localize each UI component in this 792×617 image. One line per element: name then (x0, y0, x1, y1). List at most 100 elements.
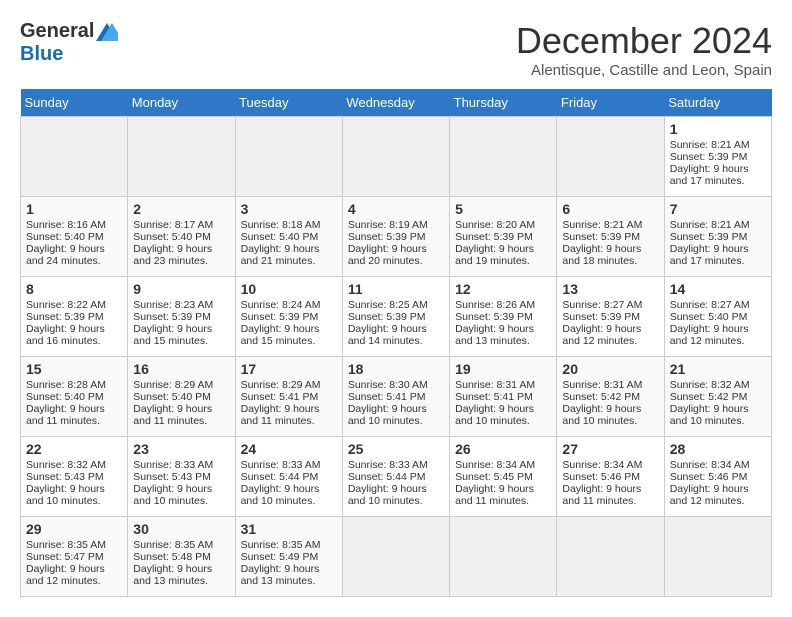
sunset-text: Sunset: 5:39 PM (348, 231, 426, 243)
day-number: 3 (241, 201, 337, 217)
calendar-cell: 24Sunrise: 8:33 AMSunset: 5:44 PMDayligh… (235, 437, 342, 517)
daylight-text: Daylight: 9 hours and 12 minutes. (562, 323, 641, 347)
calendar-week-1: 1 Sunrise: 8:21 AMSunset: 5:39 PMDaylight… (21, 117, 772, 197)
sunrise-text: Sunrise: 8:22 AM (26, 299, 106, 311)
day-number: 1 (670, 121, 766, 137)
sunrise-text: Sunrise: 8:17 AM (133, 219, 213, 231)
day-number: 7 (670, 201, 766, 217)
sunset-text: Sunset: 5:39 PM (241, 311, 319, 323)
sunrise-text: Sunrise: 8:35 AM (241, 539, 321, 551)
calendar-week-3: 8Sunrise: 8:22 AMSunset: 5:39 PMDaylight… (21, 277, 772, 357)
sunrise-text: Sunrise: 8:31 AM (455, 379, 535, 391)
daylight-text: Daylight: 9 hours and 11 minutes. (455, 483, 534, 507)
calendar-cell: 2Sunrise: 8:17 AMSunset: 5:40 PMDaylight… (128, 197, 235, 277)
sunset-text: Sunset: 5:39 PM (133, 311, 211, 323)
daylight-text: Daylight: 9 hours and 12 minutes. (670, 483, 749, 507)
day-number: 6 (562, 201, 658, 217)
calendar-cell: 13Sunrise: 8:27 AMSunset: 5:39 PMDayligh… (557, 277, 664, 357)
column-header-friday: Friday (557, 89, 664, 117)
daylight-text: Daylight: 9 hours and 20 minutes. (348, 243, 427, 267)
sunset-text: Sunset: 5:40 PM (26, 391, 104, 403)
calendar-cell (235, 117, 342, 197)
sunset-text: Sunset: 5:41 PM (348, 391, 426, 403)
sunrise-text: Sunrise: 8:29 AM (241, 379, 321, 391)
daylight-text: Daylight: 9 hours and 12 minutes. (670, 323, 749, 347)
day-number: 28 (670, 441, 766, 457)
calendar-cell: 19Sunrise: 8:31 AMSunset: 5:41 PMDayligh… (450, 357, 557, 437)
calendar-cell: 9Sunrise: 8:23 AMSunset: 5:39 PMDaylight… (128, 277, 235, 357)
calendar-cell: 22Sunrise: 8:32 AMSunset: 5:43 PMDayligh… (21, 437, 128, 517)
column-header-wednesday: Wednesday (342, 89, 449, 117)
column-header-monday: Monday (128, 89, 235, 117)
calendar-table: SundayMondayTuesdayWednesdayThursdayFrid… (20, 89, 772, 597)
calendar-week-4: 15Sunrise: 8:28 AMSunset: 5:40 PMDayligh… (21, 357, 772, 437)
daylight-text: Daylight: 9 hours and 12 minutes. (26, 563, 105, 587)
column-header-saturday: Saturday (664, 89, 771, 117)
calendar-cell: 1Sunrise: 8:16 AMSunset: 5:40 PMDaylight… (21, 197, 128, 277)
calendar-cell (450, 517, 557, 597)
sunrise-text: Sunrise: 8:25 AM (348, 299, 428, 311)
page-header: General Blue December 2024 Alentisque, C… (20, 20, 772, 79)
sunrise-text: Sunrise: 8:21 AM (670, 139, 750, 151)
sunrise-text: Sunrise: 8:26 AM (455, 299, 535, 311)
daylight-text: Daylight: 9 hours and 11 minutes. (26, 403, 105, 427)
column-header-sunday: Sunday (21, 89, 128, 117)
calendar-cell: 29Sunrise: 8:35 AMSunset: 5:47 PMDayligh… (21, 517, 128, 597)
sunset-text: Sunset: 5:39 PM (670, 151, 748, 163)
calendar-week-2: 1Sunrise: 8:16 AMSunset: 5:40 PMDaylight… (21, 197, 772, 277)
calendar-cell: 14Sunrise: 8:27 AMSunset: 5:40 PMDayligh… (664, 277, 771, 357)
sunset-text: Sunset: 5:39 PM (670, 231, 748, 243)
daylight-text: Daylight: 9 hours and 15 minutes. (241, 323, 320, 347)
day-number: 5 (455, 201, 551, 217)
sunrise-text: Sunrise: 8:20 AM (455, 219, 535, 231)
calendar-cell: 5Sunrise: 8:20 AMSunset: 5:39 PMDaylight… (450, 197, 557, 277)
sunset-text: Sunset: 5:39 PM (562, 231, 640, 243)
calendar-cell: 21Sunrise: 8:32 AMSunset: 5:42 PMDayligh… (664, 357, 771, 437)
calendar-cell: 12Sunrise: 8:26 AMSunset: 5:39 PMDayligh… (450, 277, 557, 357)
daylight-text: Daylight: 9 hours and 10 minutes. (241, 483, 320, 507)
daylight-text: Daylight: 9 hours and 10 minutes. (348, 403, 427, 427)
logo-general: General (20, 20, 94, 43)
sunrise-text: Sunrise: 8:21 AM (562, 219, 642, 231)
day-number: 18 (348, 361, 444, 377)
sunrise-text: Sunrise: 8:31 AM (562, 379, 642, 391)
day-number: 10 (241, 281, 337, 297)
calendar-week-6: 29Sunrise: 8:35 AMSunset: 5:47 PMDayligh… (21, 517, 772, 597)
calendar-cell: 27Sunrise: 8:34 AMSunset: 5:46 PMDayligh… (557, 437, 664, 517)
sunrise-text: Sunrise: 8:33 AM (348, 459, 428, 471)
day-number: 9 (133, 281, 229, 297)
sunrise-text: Sunrise: 8:19 AM (348, 219, 428, 231)
day-number: 20 (562, 361, 658, 377)
daylight-text: Daylight: 9 hours and 17 minutes. (670, 243, 749, 267)
calendar-cell: 6Sunrise: 8:21 AMSunset: 5:39 PMDaylight… (557, 197, 664, 277)
calendar-cell (342, 117, 449, 197)
daylight-text: Daylight: 9 hours and 10 minutes. (670, 403, 749, 427)
month-title: December 2024 (516, 20, 772, 62)
sunset-text: Sunset: 5:43 PM (133, 471, 211, 483)
day-number: 19 (455, 361, 551, 377)
sunrise-text: Sunrise: 8:33 AM (133, 459, 213, 471)
day-number: 30 (133, 521, 229, 537)
sunrise-text: Sunrise: 8:30 AM (348, 379, 428, 391)
daylight-text: Daylight: 9 hours and 17 minutes. (670, 163, 749, 187)
sunset-text: Sunset: 5:49 PM (241, 551, 319, 563)
sunrise-text: Sunrise: 8:18 AM (241, 219, 321, 231)
calendar-cell: 25Sunrise: 8:33 AMSunset: 5:44 PMDayligh… (342, 437, 449, 517)
day-number: 4 (348, 201, 444, 217)
day-number: 13 (562, 281, 658, 297)
day-number: 17 (241, 361, 337, 377)
daylight-text: Daylight: 9 hours and 11 minutes. (562, 483, 641, 507)
location-title: Alentisque, Castille and Leon, Spain (516, 62, 772, 79)
sunset-text: Sunset: 5:39 PM (562, 311, 640, 323)
sunset-text: Sunset: 5:42 PM (670, 391, 748, 403)
day-number: 26 (455, 441, 551, 457)
daylight-text: Daylight: 9 hours and 15 minutes. (133, 323, 212, 347)
sunrise-text: Sunrise: 8:34 AM (562, 459, 642, 471)
calendar-cell (128, 117, 235, 197)
daylight-text: Daylight: 9 hours and 14 minutes. (348, 323, 427, 347)
sunset-text: Sunset: 5:42 PM (562, 391, 640, 403)
daylight-text: Daylight: 9 hours and 11 minutes. (241, 403, 320, 427)
daylight-text: Daylight: 9 hours and 23 minutes. (133, 243, 212, 267)
sunrise-text: Sunrise: 8:27 AM (670, 299, 750, 311)
sunset-text: Sunset: 5:45 PM (455, 471, 533, 483)
